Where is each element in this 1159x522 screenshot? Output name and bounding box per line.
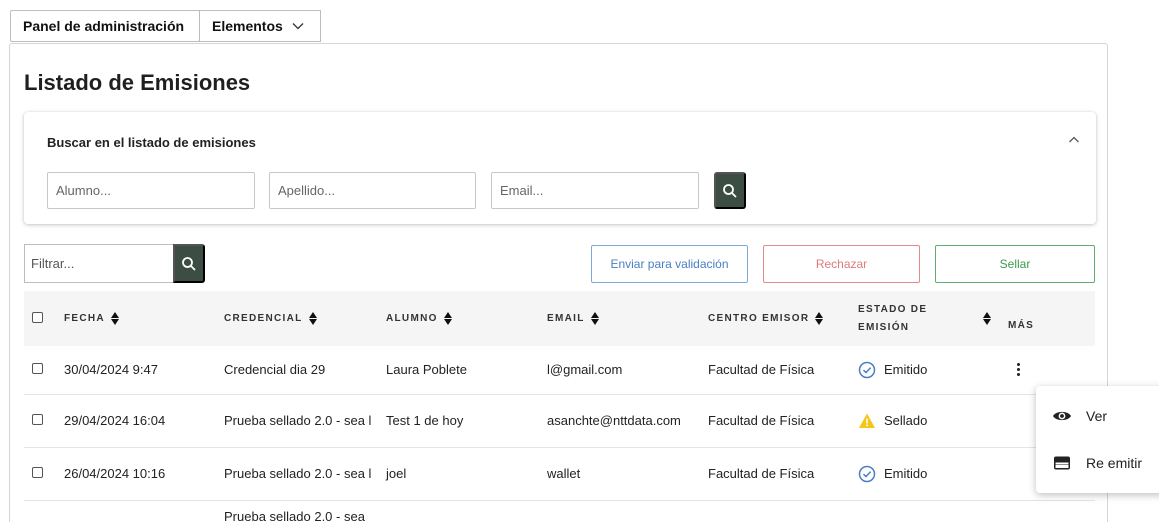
cell-email: asanchte@nttdata.com [547,394,708,448]
search-icon [182,256,196,271]
row-checkbox[interactable] [32,467,43,478]
header-alumno: ALUMNO [386,313,438,324]
sort-icon[interactable] [815,312,824,325]
row-checkbox[interactable] [32,414,43,425]
cell-alumno: Laura Poblete [386,346,547,395]
cell-email: l@gmail.com [547,346,708,395]
cell-alumno: joel [386,447,547,501]
admin-panel-button[interactable]: Panel de administración [10,10,200,42]
search-panel-title: Buscar en el listado de emisiones [47,135,256,150]
menu-item-ver[interactable]: Ver [1036,394,1159,438]
row-actions-menu: Ver Re emitir [1036,386,1159,493]
table-row[interactable]: 26/04/2024 10:16 Prueba sellado 2.0 - se… [24,447,1095,501]
table-row[interactable]: 29/04/2024 16:04 Prueba sellado 2.0 - se… [24,394,1095,448]
reject-button[interactable]: Rechazar [763,245,920,283]
row-checkbox[interactable] [32,363,43,375]
table-row[interactable]: Prueba sellado 2.0 - sea [24,500,1095,522]
header-credencial: CREDENCIAL [224,313,303,324]
emissions-table: FECHA CREDENCIAL ALUMNO EMAIL CENTRO EMI… [24,291,1095,522]
header-mas: MÁS [1008,320,1035,331]
sort-icon[interactable] [983,312,992,325]
cell-fecha: 29/04/2024 16:04 [64,394,224,448]
cell-fecha: 26/04/2024 10:16 [64,447,224,501]
header-estado-emision: ESTADO DE EMISIÓN [858,303,928,333]
filter-search-button[interactable] [173,244,205,283]
chevron-down-icon [292,23,304,30]
cell-alumno: Test 1 de hoy [386,394,547,448]
table-header-row: FECHA CREDENCIAL ALUMNO EMAIL CENTRO EMI… [24,291,1095,346]
status-badge: Emitido [858,465,1008,483]
header-fecha: FECHA [64,313,105,324]
status-badge: Emitido [858,361,1008,379]
search-icon [723,183,737,198]
elements-label: Elementos [212,18,283,34]
sort-icon[interactable] [308,312,317,325]
cell-fecha: 30/04/2024 9:47 [64,346,224,395]
cell-credencial: Credencial dia 29 [224,361,326,377]
top-navigation: Panel de administración Elementos [10,10,321,42]
chevron-up-icon[interactable] [1066,132,1082,148]
cell-centro: Facultad de Física [708,346,858,395]
cell-credencial: Prueba sellado 2.0 - sea [224,508,365,522]
lastname-search-input[interactable] [269,172,476,209]
card-icon [1054,456,1070,470]
elements-dropdown-button[interactable]: Elementos [199,10,321,42]
more-options-icon[interactable] [1008,363,1028,377]
email-search-input[interactable] [491,172,699,209]
sort-icon[interactable] [110,312,119,325]
eye-icon [1053,411,1071,421]
search-button[interactable] [714,172,746,209]
cell-centro: Facultad de Física [708,447,858,501]
cell-email: wallet [547,447,708,501]
status-badge: Sellado [858,412,1008,430]
send-validation-button[interactable]: Enviar para validación [591,245,748,283]
cell-centro: Facultad de Física [708,394,858,448]
student-search-input[interactable] [47,172,255,209]
header-centro-emisor: CENTRO EMISOR [708,313,810,324]
emissions-card: Listado de Emisiones Buscar en el listad… [9,43,1108,522]
menu-item-re-emitir[interactable]: Re emitir [1036,441,1159,485]
check-circle-icon [858,465,876,482]
warning-icon [859,413,875,428]
filter-group [24,244,205,283]
cell-credencial: Prueba sellado 2.0 - sea l [224,465,372,481]
header-email: EMAIL [547,313,585,324]
sort-icon[interactable] [590,312,599,325]
search-panel: Buscar en el listado de emisiones [24,112,1096,224]
table-row[interactable]: 30/04/2024 9:47 Credencial dia 29 Laura … [24,346,1095,395]
filter-input[interactable] [24,244,174,283]
seal-button[interactable]: Sellar [935,245,1095,283]
check-circle-icon [858,361,876,378]
select-all-checkbox[interactable] [32,311,43,323]
page-title: Listado de Emisiones [24,70,251,95]
sort-icon[interactable] [443,312,452,325]
cell-credencial: Prueba sellado 2.0 - sea l [224,412,372,428]
